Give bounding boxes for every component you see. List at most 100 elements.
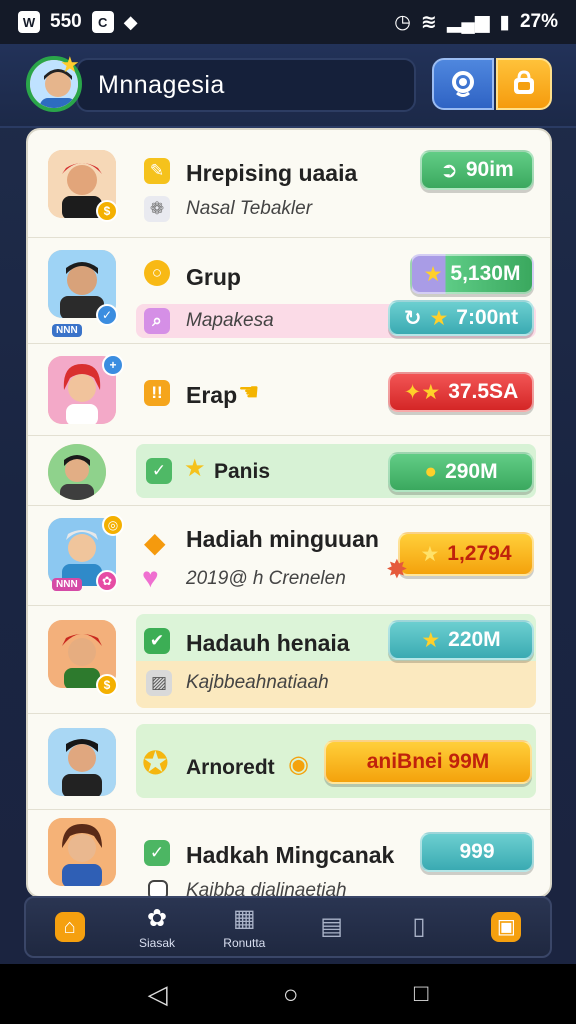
checkbox-checked-icon[interactable]: ✓	[146, 458, 172, 484]
heart-icon: ♥	[142, 562, 159, 593]
item-value: 290M	[445, 460, 498, 483]
gift-box-icon: ▣	[491, 912, 522, 942]
diamond-icon: ◆	[144, 527, 166, 558]
app-notification-icon: C	[91, 11, 114, 33]
item-value: 90im	[465, 158, 514, 181]
battery-percent: 27%	[519, 11, 558, 32]
nav-tasks[interactable]: ▤	[288, 898, 375, 956]
top-header: Mnnagesia ★	[0, 44, 576, 128]
home-circle-icon[interactable]: ○	[283, 979, 299, 1010]
nav-device[interactable]: ▯	[375, 898, 462, 956]
leaf-icon: ✸	[386, 554, 408, 584]
list-item[interactable]: ✓ ★ Panis ● 290M	[28, 436, 550, 506]
star-icon: ★	[184, 455, 206, 482]
avatar	[48, 728, 116, 796]
recents-icon[interactable]: □	[414, 980, 429, 1008]
coin-icon: ◉	[288, 751, 309, 778]
value-button[interactable]: ➲ 90im	[420, 150, 534, 190]
list-item[interactable]: ✓ NNN ○ Grup ★ 5,130M ⌕ Mapakesa ↻ ★ 7:00nt	[28, 238, 550, 344]
item-value: 999	[459, 840, 495, 863]
value-button[interactable]: ● 290M	[388, 452, 534, 492]
clock-icon: ◷	[394, 11, 411, 33]
item-title: Hadauh henaia	[186, 630, 350, 656]
nav-label: Siasak	[138, 936, 175, 950]
checkbox-checked-icon[interactable]: ✓	[144, 840, 170, 866]
tag-badge: NNN	[52, 578, 82, 591]
coin-icon: ○	[144, 260, 170, 286]
add-badge: +	[102, 354, 124, 376]
item-value: 5,130M	[450, 262, 521, 285]
username: Mnnagesia	[98, 70, 225, 99]
value-button[interactable]: ★ 5,130M	[410, 254, 534, 294]
item-value: 37.5SA	[448, 380, 519, 403]
item-subtitle: Mapakesa	[186, 310, 274, 331]
star-icon: ★	[420, 542, 440, 566]
list-item[interactable]: ✪ Arnoredt ◉ aniBnei 99M	[28, 714, 550, 810]
list-item[interactable]: ✓ Hadkah Mingcanak Kaibba dialinaetiah 9…	[28, 810, 550, 896]
item-subtitle: Nasal Tebakler	[186, 198, 313, 219]
coin-badge: $	[96, 200, 118, 222]
status-time: 550	[50, 11, 82, 32]
item-title: Grup	[186, 264, 241, 290]
list-item[interactable]: ◎ ✿ NNN ◆ Hadiah minguuan ♥ 2019@ h Cren…	[28, 506, 550, 606]
star-icon: ✦★	[403, 380, 441, 404]
avatar	[48, 444, 106, 500]
search-icon: ⌕	[144, 308, 170, 334]
wifi-icon: ≋	[420, 11, 437, 33]
secondary-value-button[interactable]: ↻ ★ 7:00nt	[388, 300, 534, 336]
nav-label: Ronutta	[223, 936, 266, 950]
item-title: Hrepising uaaia	[186, 160, 358, 186]
app-screen: Mnnagesia ★ $ ✎ Hrepising uaaia ❁ Nasal …	[0, 44, 576, 964]
username-bar[interactable]: Mnnagesia	[76, 58, 416, 112]
signal-icon: ▂▄▆	[446, 11, 490, 33]
battery-icon: ▮	[499, 11, 510, 33]
level-star-icon: ★	[60, 52, 80, 77]
item-subtitle: 2019@ h Crenelen	[186, 568, 346, 589]
list-item[interactable]: $ ✔ Hadauh henaia ▨ Kajbbeahnatiaah ★ 220…	[28, 606, 550, 714]
star-icon: ★	[429, 306, 449, 330]
value-button[interactable]: aniBnei 99M	[324, 740, 532, 784]
nav-gift[interactable]: ▣	[463, 898, 550, 956]
item-title: Hadiah minguuan	[186, 526, 379, 552]
bag-icon	[514, 70, 534, 94]
nav-ronutta[interactable]: ▦ Ronutta	[201, 898, 288, 956]
item-title: Hadkah Mingcanak	[186, 842, 395, 868]
tag-badge: NNN	[52, 324, 82, 337]
search-button[interactable]	[432, 58, 494, 110]
item-title: Arnoredt	[186, 756, 275, 779]
gift-icon: ❁	[144, 196, 170, 222]
clipboard-icon: ▤	[320, 913, 343, 940]
nav-siasak[interactable]: ✿ Siasak	[113, 898, 200, 956]
bars-icon: !!	[144, 380, 170, 406]
flower-badge: ✿	[96, 570, 118, 592]
value-button[interactable]: ★ 220M	[388, 620, 534, 660]
item-subtitle: Kajbbeahnatiaah	[186, 672, 329, 693]
phone-icon: ▯	[412, 913, 426, 940]
arrow-icon: ➲	[440, 158, 458, 182]
image-icon: ▨	[146, 670, 172, 696]
item-value: 220M	[448, 628, 501, 651]
status-bar: W 550 C ◆ ◷ ≋ ▂▄▆ ▮ 27%	[0, 0, 576, 44]
refresh-icon: ↻	[403, 306, 422, 330]
check-shield-icon: ✔	[144, 628, 170, 654]
nav-home[interactable]: ⌂	[26, 898, 113, 956]
star-badge-icon: ✪	[142, 745, 169, 781]
list-item[interactable]: $ ✎ Hrepising uaaia ❁ Nasal Tebakler ➲ 90…	[28, 130, 550, 238]
value-button[interactable]: ★ 1,2794	[398, 532, 534, 576]
item-title: Panis	[214, 460, 271, 483]
flower-icon: ✿	[146, 905, 168, 932]
back-icon[interactable]: ◁	[148, 979, 168, 1010]
coin-badge: $	[96, 674, 118, 696]
item-value-2: 7:00nt	[456, 306, 519, 329]
shop-button[interactable]	[496, 58, 552, 110]
search-icon	[452, 71, 474, 97]
ticket-icon: ✎	[144, 158, 170, 184]
value-button[interactable]: 999	[420, 832, 534, 872]
list-item[interactable]: + !! Erap ☚ ✦★ 37.5SA	[28, 344, 550, 436]
star-icon: ★	[423, 262, 443, 286]
chat-icon: ◆	[123, 11, 138, 32]
store-icon: ▦	[232, 905, 256, 932]
system-navigation-bar: ◁ ○ □	[0, 964, 576, 1024]
value-button[interactable]: ✦★ 37.5SA	[388, 372, 534, 412]
coin-icon: ●	[424, 460, 438, 483]
